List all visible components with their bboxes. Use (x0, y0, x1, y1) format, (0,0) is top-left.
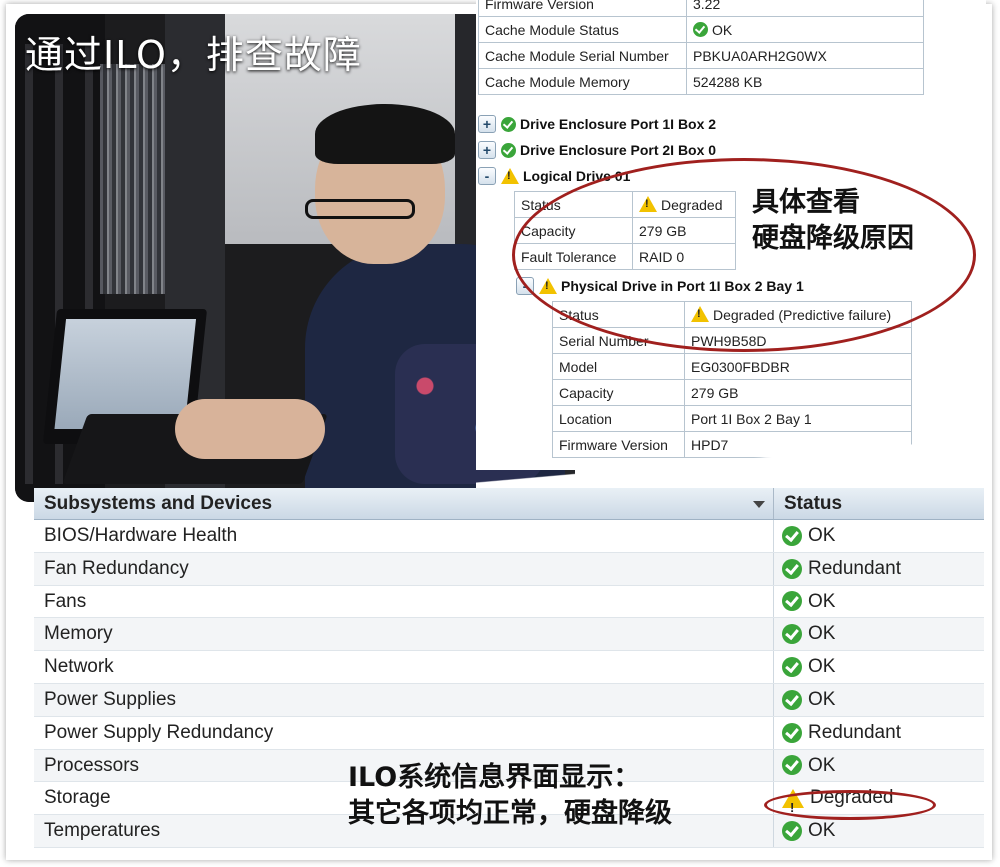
table-row: Model EG0300FBDBR (552, 353, 912, 380)
ok-icon (782, 722, 802, 743)
subsystem-name: Memory (34, 618, 774, 651)
subsystem-status: OK (774, 750, 835, 782)
table-row[interactable]: Network OK (34, 651, 984, 684)
rack-cables (100, 64, 170, 294)
ok-icon (501, 116, 516, 132)
ok-icon (782, 821, 802, 842)
expand-button[interactable]: + (478, 115, 496, 133)
table-row[interactable]: Power Supply Redundancy Redundant (34, 716, 984, 750)
photo-caption: 通过ILO，排查故障 (25, 33, 362, 77)
table-row[interactable]: Memory OK (34, 618, 984, 652)
table-row: Capacity 279 GB (552, 379, 912, 406)
subsystem-name: Fans (34, 585, 774, 618)
ok-icon (782, 624, 802, 645)
technician-hair (315, 104, 455, 164)
ok-icon (782, 525, 802, 546)
column-header-subsystems[interactable]: Subsystems and Devices (34, 488, 774, 519)
table-header: Subsystems and Devices Status (34, 488, 984, 520)
table-row: Location Port 1I Box 2 Bay 1 (552, 405, 912, 432)
status-text: OK (808, 656, 836, 678)
ok-icon (782, 591, 802, 612)
table-row: Firmware Version 3.22 (478, 0, 924, 17)
status-text: Redundant (808, 557, 901, 579)
status-text: OK (808, 623, 836, 645)
controller-table: Firmware Version 3.22 Cache Module Status… (478, 0, 924, 95)
status-text: OK (808, 754, 836, 776)
annotation-note-drive: 具体查看 硬盘降级原因 (752, 187, 914, 254)
subsystem-name: BIOS/Hardware Health (34, 520, 774, 552)
table-row[interactable]: Power Supplies OK (34, 684, 984, 717)
annotation-ellipse-storage (764, 790, 936, 820)
status-text: OK (808, 688, 836, 710)
subsystem-status: Redundant (774, 553, 901, 585)
subsystem-status: OK (774, 684, 835, 716)
ok-icon (782, 755, 802, 776)
subsystem-name: Fan Redundancy (34, 552, 774, 585)
subsystem-status: OK (774, 586, 835, 618)
annotation-note-system: ILO系统信息界面显示： 其它各项均正常，硬盘降级 (348, 762, 672, 829)
subsystem-name: Power Supplies (34, 684, 774, 716)
warning-icon (501, 168, 519, 184)
collapse-button[interactable]: - (478, 167, 496, 185)
table-row: Cache Module Memory 524288 KB (478, 68, 924, 95)
subsystem-status: Redundant (774, 717, 901, 749)
subsystem-name: Network (34, 651, 774, 683)
ok-icon (782, 689, 802, 710)
ok-icon (501, 142, 516, 158)
subsystem-status: OK (774, 520, 835, 552)
table-row[interactable]: Fans OK (34, 585, 984, 619)
subsystem-name: Power Supply Redundancy (34, 716, 774, 749)
table-row: Cache Module Status OK (478, 16, 924, 43)
status-text: OK (808, 590, 836, 612)
ok-icon (782, 558, 802, 579)
table-row[interactable]: BIOS/Hardware Health OK (34, 520, 984, 553)
subsystem-status: OK (774, 815, 835, 847)
ok-icon (693, 21, 708, 37)
sort-dropdown-icon[interactable] (753, 501, 765, 508)
column-header-status[interactable]: Status (774, 488, 842, 519)
ok-icon (782, 657, 802, 678)
table-row[interactable]: Fan Redundancy Redundant (34, 552, 984, 586)
subsystem-status: OK (774, 651, 835, 683)
tree-item-enclosure-2[interactable]: + Drive Enclosure Port 2I Box 0 (478, 139, 716, 161)
tree-item-enclosure-1[interactable]: + Drive Enclosure Port 1I Box 2 (478, 113, 716, 135)
status-text: Redundant (808, 721, 901, 743)
status-text: OK (808, 820, 836, 842)
status-text: OK (808, 524, 836, 546)
expand-button[interactable]: + (478, 141, 496, 159)
subsystem-status: OK (774, 618, 835, 650)
table-row: Cache Module Serial Number PBKUA0ARH2G0WX (478, 42, 924, 69)
typing-hands (175, 399, 325, 459)
glasses (305, 199, 415, 219)
